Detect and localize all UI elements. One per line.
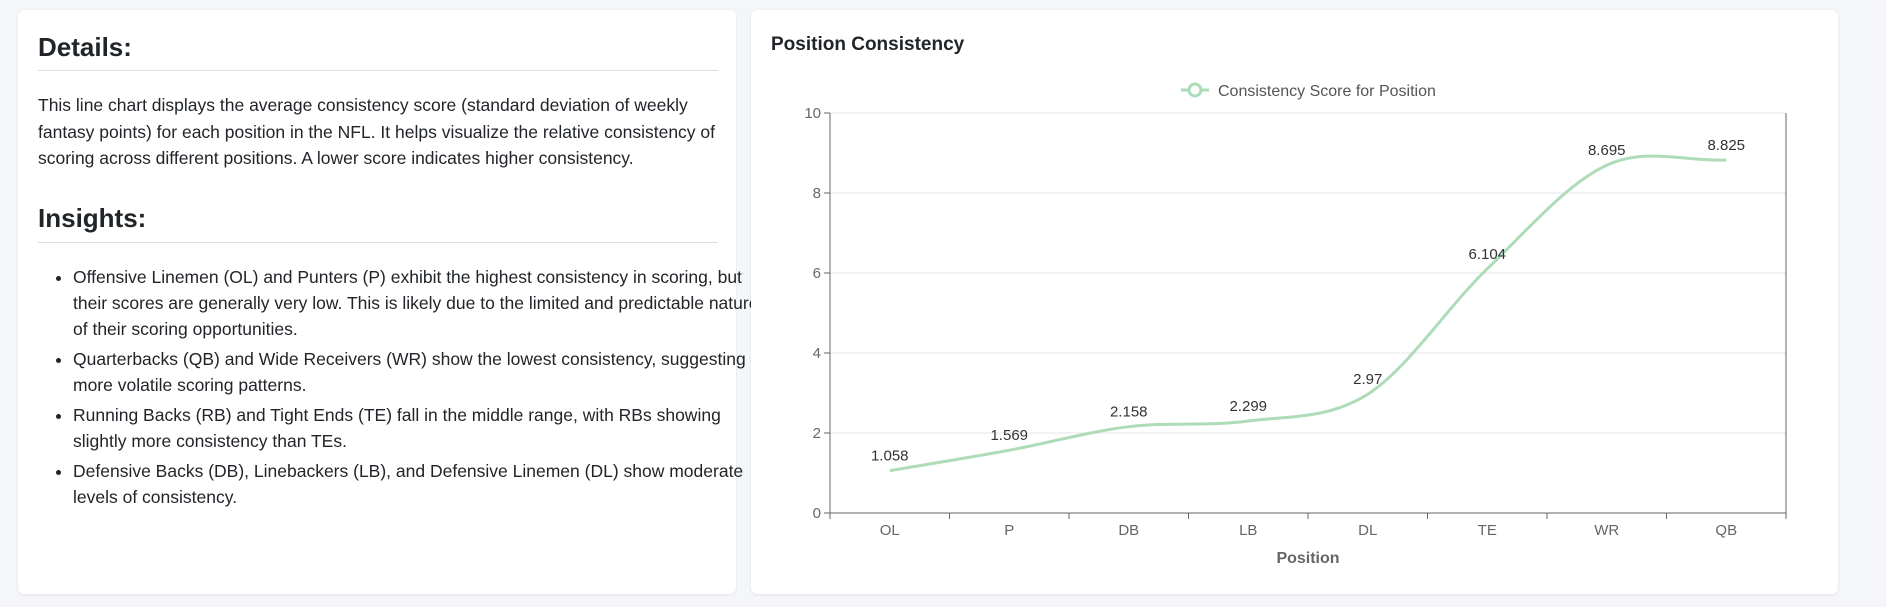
- x-tick-label: OL: [880, 522, 900, 539]
- data-label: 8.695: [1588, 142, 1626, 159]
- data-label: 1.058: [871, 448, 909, 465]
- data-label: 6.104: [1468, 246, 1506, 263]
- x-tick-label: WR: [1594, 522, 1619, 539]
- y-tick-label: 2: [813, 425, 821, 442]
- data-label: 2.158: [1110, 404, 1148, 421]
- chart-card: Position Consistency 0 2 4 6 8 10 OL P DB LB DL TE W…: [751, 10, 1838, 594]
- line-chart: 0 2 4 6 8 10 OL P DB LB DL TE WR QB Position 1.058 1.569…: [804, 82, 1787, 567]
- y-tick-label: 8: [813, 185, 821, 202]
- insight-item: Defensive Backs (DB), Linebackers (LB), …: [73, 458, 763, 510]
- data-label: 1.569: [990, 427, 1028, 444]
- legend-marker-icon: [1187, 82, 1203, 98]
- y-tick-label: 4: [813, 345, 821, 362]
- legend-label: Consistency Score for Position: [1218, 83, 1436, 100]
- x-axis-title: Position: [1276, 550, 1339, 567]
- x-tick-label: DB: [1118, 522, 1139, 539]
- insights-list: Offensive Linemen (OL) and Punters (P) e…: [38, 264, 763, 514]
- x-tick-label: LB: [1239, 522, 1257, 539]
- insight-item: Offensive Linemen (OL) and Punters (P) e…: [73, 264, 763, 342]
- details-divider: [38, 70, 718, 71]
- y-tick-label: 6: [813, 265, 821, 282]
- x-tick-label: TE: [1478, 522, 1497, 539]
- x-tick-label: P: [1004, 522, 1014, 539]
- x-tick-label: DL: [1358, 522, 1377, 539]
- x-tick-label: QB: [1715, 522, 1737, 539]
- data-label: 2.97: [1353, 371, 1382, 388]
- insight-item: Running Backs (RB) and Tight Ends (TE) f…: [73, 402, 763, 454]
- y-tick-label: 0: [813, 505, 821, 522]
- details-card: Details: This line chart displays the av…: [18, 10, 758, 594]
- insights-heading: Insights:: [38, 203, 147, 233]
- details-heading: Details:: [38, 32, 132, 62]
- insight-item: Quarterbacks (QB) and Wide Receivers (WR…: [73, 346, 763, 398]
- series-line: [889, 154, 1727, 473]
- data-label: 8.825: [1707, 137, 1745, 154]
- insights-divider: [38, 242, 718, 243]
- data-label: 2.299: [1229, 398, 1267, 415]
- y-tick-label: 10: [804, 105, 821, 122]
- details-description: This line chart displays the average con…: [38, 95, 716, 168]
